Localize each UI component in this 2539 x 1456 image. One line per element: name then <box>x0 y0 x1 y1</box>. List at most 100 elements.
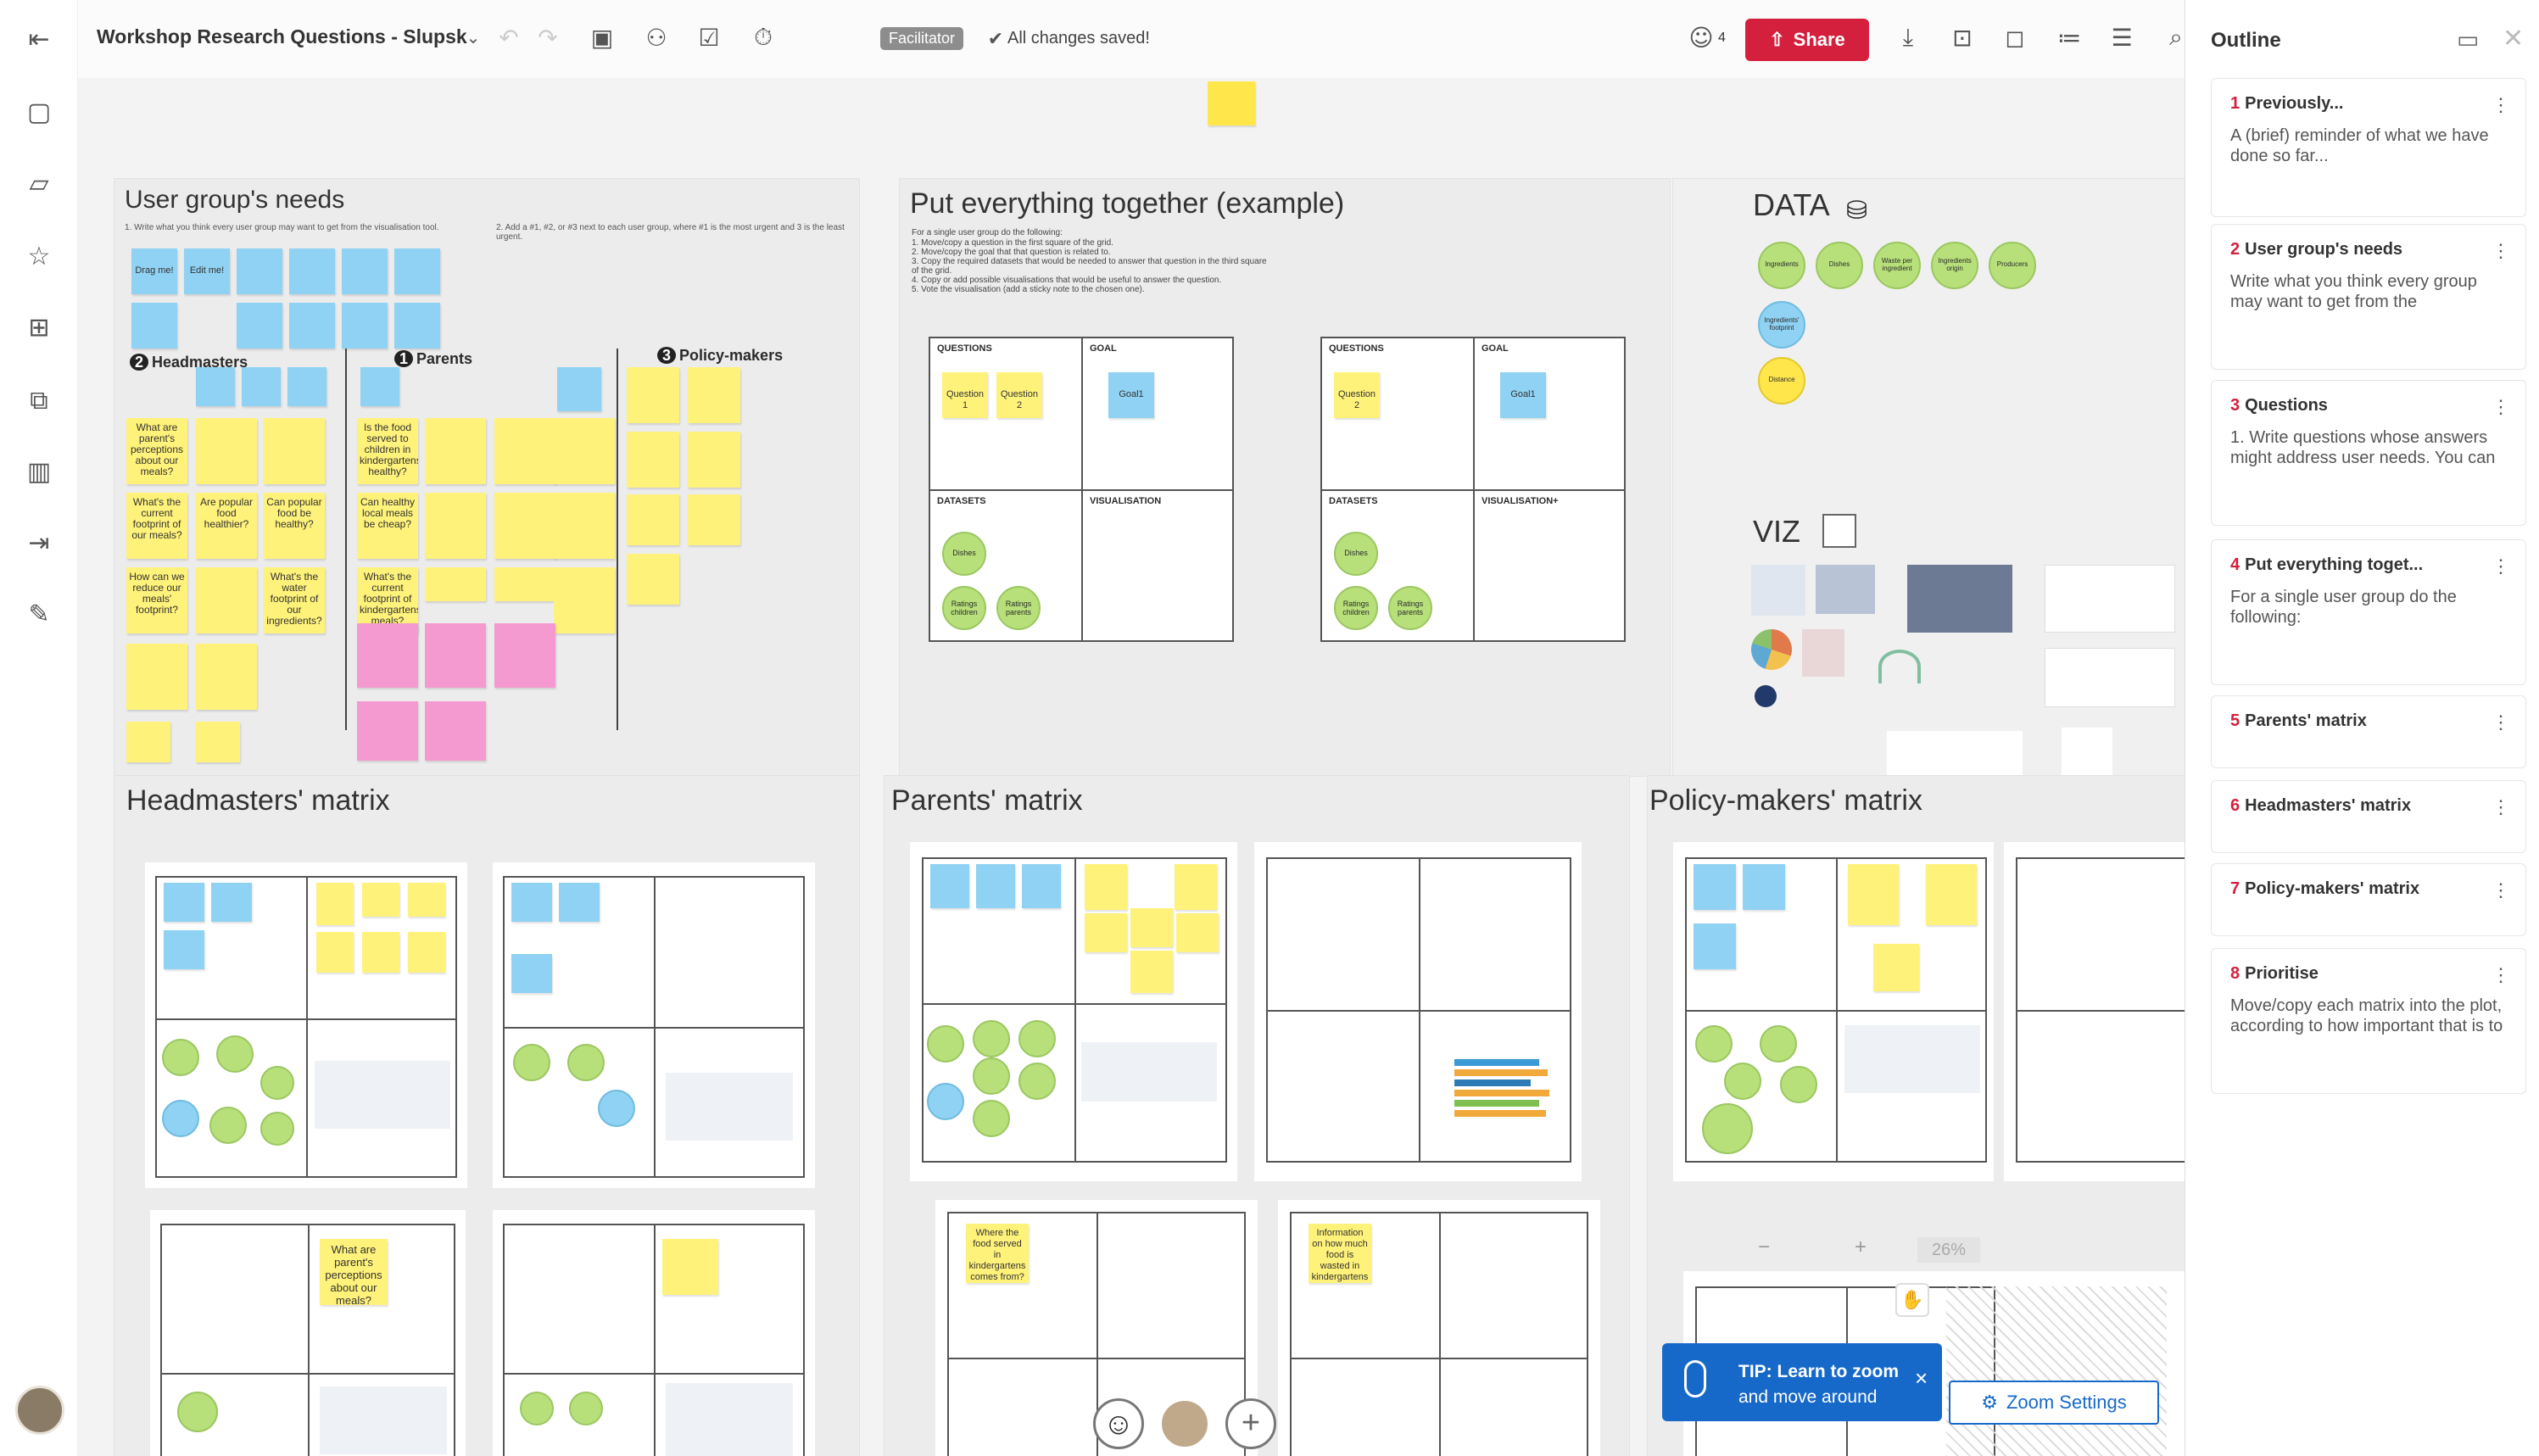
sticky-note[interactable] <box>1873 944 1919 991</box>
dataset-circle[interactable] <box>162 1100 199 1137</box>
sticky-note[interactable] <box>1175 864 1217 910</box>
dataset-circle[interactable] <box>927 1083 964 1120</box>
sticky-note[interactable]: Information on how much food is wasted i… <box>1309 1224 1371 1283</box>
sticky-note[interactable] <box>1085 864 1127 910</box>
sticky-note[interactable]: Can healthy local meals be cheap? <box>357 493 418 559</box>
outline-card[interactable]: 1 Previously... A (brief) reminder of what… <box>2211 78 2526 217</box>
sticky-note[interactable] <box>425 418 486 484</box>
viz-thumbnail[interactable] <box>666 1073 793 1141</box>
more-icon[interactable]: ⋮ <box>2492 94 2510 116</box>
matrix-card[interactable] <box>1673 842 1994 1181</box>
sticky-note[interactable] <box>627 494 679 545</box>
sticky-note[interactable] <box>1694 864 1736 910</box>
data-circle[interactable]: Dishes <box>1816 242 1863 289</box>
tree-icon[interactable]: ⚇ <box>641 22 672 53</box>
close-icon[interactable]: × <box>1915 1365 1928 1392</box>
sticky-note-icon[interactable]: ▢ <box>22 95 56 129</box>
sticky-note[interactable] <box>211 883 252 922</box>
sticky-note[interactable] <box>554 418 615 484</box>
matrix-card[interactable] <box>493 862 815 1188</box>
matrix-grid[interactable] <box>1685 857 1987 1163</box>
dataset-circle[interactable] <box>973 1057 1010 1095</box>
more-icon[interactable]: ⋮ <box>2492 711 2510 734</box>
sticky-note[interactable] <box>196 567 257 633</box>
chevron-down-icon[interactable]: ⌄ <box>458 22 488 53</box>
users-icon[interactable]: ☺ <box>1686 22 1716 53</box>
more-icon[interactable]: ⋮ <box>2492 555 2510 577</box>
viz-thumbnail[interactable] <box>2062 728 2112 778</box>
dataset-circle[interactable] <box>569 1392 603 1425</box>
sticky-note[interactable] <box>930 864 969 908</box>
viz-thumbnail[interactable] <box>1816 565 1875 614</box>
outline-card[interactable]: 6 Headmasters' matrix ⋮ <box>2211 780 2526 853</box>
close-icon[interactable]: ✕ <box>2503 24 2524 53</box>
dataset-circle[interactable] <box>1695 1025 1733 1063</box>
matrix-grid[interactable] <box>922 857 1227 1163</box>
dataset-circle[interactable] <box>973 1020 1010 1057</box>
matrix-card[interactable]: Information on how much food is wasted i… <box>1278 1200 1600 1456</box>
zoom-tip[interactable]: TIP: Learn to zoom and move around × <box>1662 1343 1942 1421</box>
sticky-note[interactable] <box>237 248 282 294</box>
sticky-note[interactable] <box>316 883 354 925</box>
image-icon[interactable]: ⧉ <box>22 383 56 417</box>
viz-thumbnail[interactable] <box>1751 629 1792 670</box>
sticky-note[interactable] <box>196 722 240 762</box>
add-icon[interactable]: + <box>1225 1398 1276 1449</box>
frame-headmasters-matrix[interactable]: Headmasters' matrix What are parent's pe… <box>114 775 860 1456</box>
viz-thumbnail[interactable] <box>1907 565 2012 633</box>
sticky-note[interactable] <box>494 567 555 601</box>
pen-icon[interactable]: ✎ <box>22 597 56 631</box>
matrix-card[interactable] <box>493 1210 815 1456</box>
viz-thumbnail[interactable] <box>1844 1025 1980 1093</box>
sticky-note[interactable] <box>627 367 679 423</box>
sticky-note[interactable] <box>662 1239 718 1295</box>
sticky-note[interactable]: What are parent's perceptions about our … <box>320 1239 388 1305</box>
hand-icon[interactable]: ✋ <box>1895 1283 1929 1317</box>
dataset-circle[interactable] <box>1760 1025 1797 1063</box>
activity-icon[interactable]: ≔ <box>2054 22 2084 53</box>
sticky-note[interactable] <box>242 367 281 406</box>
import-icon[interactable]: ⇥ <box>22 526 56 560</box>
sticky-note[interactable] <box>554 567 615 633</box>
matrix-grid[interactable] <box>503 876 805 1178</box>
frame-data[interactable]: DATA ⛁ Ingredients Dishes Waste per ingr… <box>1672 178 2185 466</box>
sticky-note[interactable] <box>394 303 440 349</box>
sticky-note[interactable] <box>425 623 486 688</box>
facilitator-badge[interactable]: Facilitator <box>880 27 964 50</box>
sticky-note[interactable] <box>559 883 600 922</box>
matrix-card[interactable] <box>910 842 1237 1181</box>
dataset-circle[interactable] <box>1018 1020 1056 1057</box>
sticky-note[interactable]: Question 1 <box>942 372 988 418</box>
exit-icon[interactable]: ⇤ <box>22 22 56 56</box>
sticky-note[interactable] <box>164 930 204 969</box>
sticky-note[interactable] <box>196 367 235 406</box>
bar-chart-thumbnail[interactable] <box>1437 1025 1556 1144</box>
dataset-circle[interactable] <box>598 1090 635 1127</box>
more-icon[interactable]: ⋮ <box>2492 879 2510 901</box>
sticky-note[interactable] <box>511 883 552 922</box>
sticky-note[interactable] <box>627 432 679 488</box>
list-icon[interactable]: ☰ <box>2107 22 2137 53</box>
viz-thumbnail[interactable] <box>2045 648 2175 707</box>
zoom-level[interactable]: 26% <box>1917 1237 1980 1263</box>
library-icon[interactable]: ▥ <box>22 455 56 488</box>
sticky-note[interactable] <box>289 303 335 349</box>
dataset-circle[interactable]: Dishes <box>1334 532 1378 576</box>
sticky-note[interactable]: Where the food served in kindergartens c… <box>966 1224 1029 1283</box>
data-circle[interactable]: Ingredients origin <box>1931 242 1978 289</box>
sticky-note[interactable] <box>287 367 326 406</box>
outline-card[interactable]: 2 User group's needs Write what you think … <box>2211 224 2526 370</box>
frame-user-needs[interactable]: User group's needs 1. Write what you thi… <box>114 178 860 823</box>
viz-thumbnail[interactable] <box>320 1386 447 1454</box>
sticky-note[interactable]: Drag me! <box>131 248 177 294</box>
viz-thumbnail[interactable] <box>1878 650 1921 683</box>
matrix-card[interactable] <box>2004 842 2185 1181</box>
dataset-circle[interactable]: Ratings parents <box>1388 586 1432 630</box>
viz-thumbnail[interactable] <box>1081 1042 1217 1102</box>
sticky-note[interactable] <box>342 248 388 294</box>
redo-icon[interactable]: ↷ <box>533 22 563 53</box>
dataset-circle[interactable] <box>927 1025 964 1063</box>
more-icon[interactable]: ⋮ <box>2492 396 2510 418</box>
sticky-note[interactable] <box>362 883 399 917</box>
board-title[interactable]: Workshop Research Questions - Slupsk <box>97 25 467 48</box>
